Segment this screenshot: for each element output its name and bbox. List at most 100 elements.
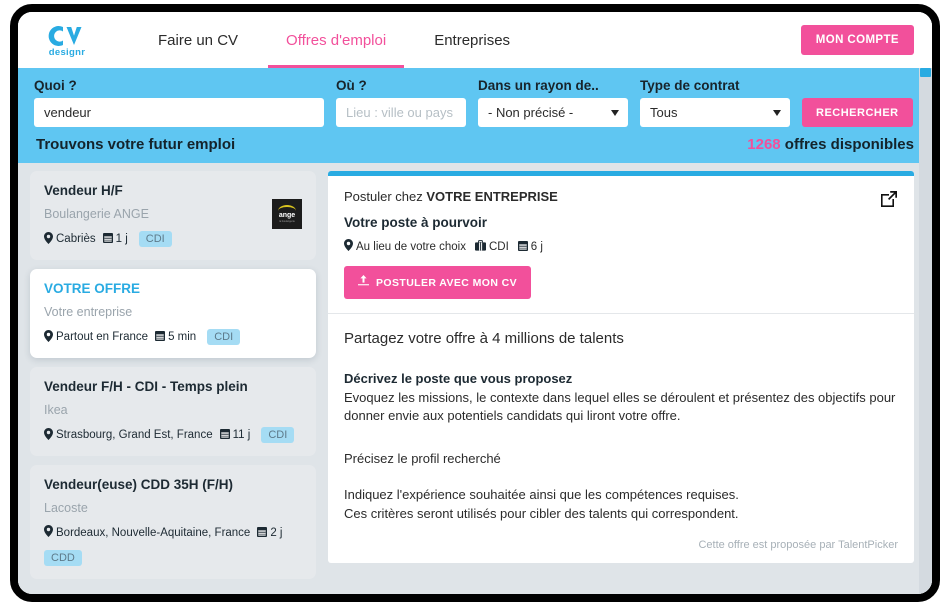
field-where: Où ? <box>336 78 466 127</box>
contract-badge: CDI <box>261 427 295 443</box>
job-location: Bordeaux, Nouvelle-Aquitaine, France <box>44 525 250 540</box>
contract-select[interactable]: Tous <box>640 98 790 127</box>
contract-badge: CDI <box>207 329 241 345</box>
section2-line1: Indiquez l'expérience souhaitée ainsi qu… <box>344 487 739 503</box>
calendar-icon <box>219 428 230 442</box>
job-location: Cabriès <box>44 231 96 247</box>
location-pin-icon <box>344 239 353 254</box>
job-meta: Partout en France 5 min CDI <box>44 329 302 345</box>
job-age: 2 j <box>257 526 283 540</box>
offers-count: 1268 offres disponibles <box>747 136 914 153</box>
detail-contract-text: CDI <box>488 240 509 253</box>
site-header: designr Faire un CV Offres d'emploi Entr… <box>18 12 932 68</box>
tagline: Trouvons votre futur emploi <box>36 136 236 153</box>
search-button[interactable]: RECHERCHER <box>802 98 913 127</box>
job-age-text: 5 min <box>168 331 197 343</box>
offers-count-number: 1268 <box>747 136 781 153</box>
cv-designr-logo[interactable]: designr <box>34 23 100 58</box>
location-pin-icon <box>44 231 53 247</box>
location-pin-icon <box>44 427 53 443</box>
job-location-text: Cabriès <box>56 233 96 245</box>
detail-meta: Au lieu de votre choix CDI 6 j <box>344 239 898 254</box>
detail-body: Partagez votre offre à 4 millions de tal… <box>328 314 914 533</box>
calendar-icon <box>102 232 113 246</box>
calendar-icon <box>155 330 166 344</box>
job-age-text: 2 j <box>270 526 283 539</box>
detail-age-text: 6 j <box>530 240 543 253</box>
contract-select-wrap: Tous <box>640 98 790 127</box>
job-age-text: 11 j <box>232 429 251 441</box>
detail-location: Au lieu de votre choix <box>344 239 466 254</box>
label-ou: Où ? <box>336 78 367 93</box>
job-company: Lacoste <box>44 501 88 515</box>
apply-button-label: POSTULER AVEC MON CV <box>376 276 518 289</box>
label-contrat: Type de contrat <box>640 78 740 93</box>
offers-count-suffix: offres disponibles <box>780 136 914 153</box>
job-detail-panel: Postuler chez VOTRE ENTREPRISE Votre pos… <box>328 171 914 564</box>
detail-column: Postuler chez VOTRE ENTREPRISE Votre pos… <box>328 163 932 594</box>
browser-viewport: designr Faire un CV Offres d'emploi Entr… <box>18 12 932 594</box>
job-meta: Bordeaux, Nouvelle-Aquitaine, France 2 j… <box>44 525 302 566</box>
job-card[interactable]: Vendeur(euse) CDD 35H (F/H) Lacoste Bord… <box>30 465 316 579</box>
calendar-icon <box>517 240 528 254</box>
detail-footer-note: Cette offre est proposée par TalentPicke… <box>698 539 898 552</box>
page-scrollbar[interactable] <box>919 68 932 594</box>
postuler-prefix: Postuler chez <box>344 189 427 204</box>
job-card[interactable]: VOTRE OFFRE Votre entreprise Partout en … <box>30 269 316 358</box>
nav-item-entreprises[interactable]: Entreprises <box>410 12 534 68</box>
tagline-row: Trouvons votre futur emploi 1268 offres … <box>34 127 916 163</box>
job-title: Vendeur F/H - CDI - Temps plein <box>44 379 248 394</box>
location-pin-icon <box>44 525 53 540</box>
upload-icon <box>358 275 369 290</box>
scrollbar-thumb[interactable] <box>920 68 931 77</box>
detail-header: Postuler chez VOTRE ENTREPRISE Votre pos… <box>328 176 914 314</box>
job-card[interactable]: Vendeur F/H - CDI - Temps plein Ikea Str… <box>30 367 316 456</box>
job-age-text: 1 j <box>115 233 128 245</box>
section1-text: Evoquez les missions, le contexte dans l… <box>344 390 896 424</box>
external-link-icon[interactable] <box>880 190 898 213</box>
nav-item-offres-demploi[interactable]: Offres d'emploi <box>262 12 410 68</box>
job-meta: Strasbourg, Grand Est, France 11 j CDI <box>44 427 302 443</box>
job-title: Vendeur(euse) CDD 35H (F/H) <box>44 477 234 492</box>
share-heading: Partagez votre offre à 4 millions de tal… <box>344 330 624 347</box>
location-pin-icon <box>44 329 53 345</box>
search-where-input[interactable] <box>336 98 466 127</box>
job-age: 11 j <box>219 428 251 442</box>
job-company: Boulangerie ANGE <box>44 207 149 221</box>
briefcase-icon <box>474 239 486 254</box>
job-location-text: Strasbourg, Grand Est, France <box>56 429 213 441</box>
calendar-icon <box>257 526 268 540</box>
job-title: VOTRE OFFRE <box>44 281 141 296</box>
section2-heading: Précisez le profil recherché <box>344 450 501 466</box>
apply-with-cv-button[interactable]: POSTULER AVEC MON CV <box>344 266 532 299</box>
radius-select[interactable]: - Non précisé - <box>478 98 628 127</box>
section1-heading: Décrivez le poste que vous proposez <box>344 371 573 386</box>
job-company: Ikea <box>44 403 68 417</box>
detail-company-name: VOTRE ENTREPRISE <box>426 189 558 204</box>
job-age: 5 min <box>155 330 196 344</box>
field-radius: Dans un rayon de.. - Non précisé - <box>478 78 628 127</box>
contract-badge: CDD <box>44 550 82 566</box>
field-contract: Type de contrat Tous <box>640 78 790 127</box>
job-company: Votre entreprise <box>44 305 133 319</box>
nav-item-faire-un-cv[interactable]: Faire un CV <box>134 12 262 68</box>
device-frame: designr Faire un CV Offres d'emploi Entr… <box>10 4 940 602</box>
job-location-text: Bordeaux, Nouvelle-Aquitaine, France <box>56 526 251 539</box>
job-list[interactable]: Vendeur H/F Boulangerie ANGE Cabriès 1 j… <box>18 163 328 594</box>
job-card[interactable]: Vendeur H/F Boulangerie ANGE Cabriès 1 j… <box>30 171 316 260</box>
radius-select-wrap: - Non précisé - <box>478 98 628 127</box>
label-quoi: Quoi ? <box>34 78 77 93</box>
search-what-input[interactable] <box>34 98 324 127</box>
company-logo-name: ange <box>278 212 296 219</box>
job-location-text: Partout en France <box>56 331 149 343</box>
contract-badge: CDI <box>138 231 172 247</box>
section2-line2: Ces critères seront utilisés pour cibler… <box>344 505 739 521</box>
company-logo-sub: la boulangerie <box>279 220 295 223</box>
swoosh-icon <box>278 205 296 211</box>
account-button[interactable]: MON COMPTE <box>800 25 914 55</box>
company-logo-ange: ange la boulangerie <box>272 199 302 229</box>
search-band: Quoi ? Où ? Dans un rayon de.. - Non pré… <box>18 68 932 163</box>
label-rayon: Dans un rayon de.. <box>478 78 599 93</box>
detail-post-title: Votre poste à pourvoir <box>344 215 488 230</box>
